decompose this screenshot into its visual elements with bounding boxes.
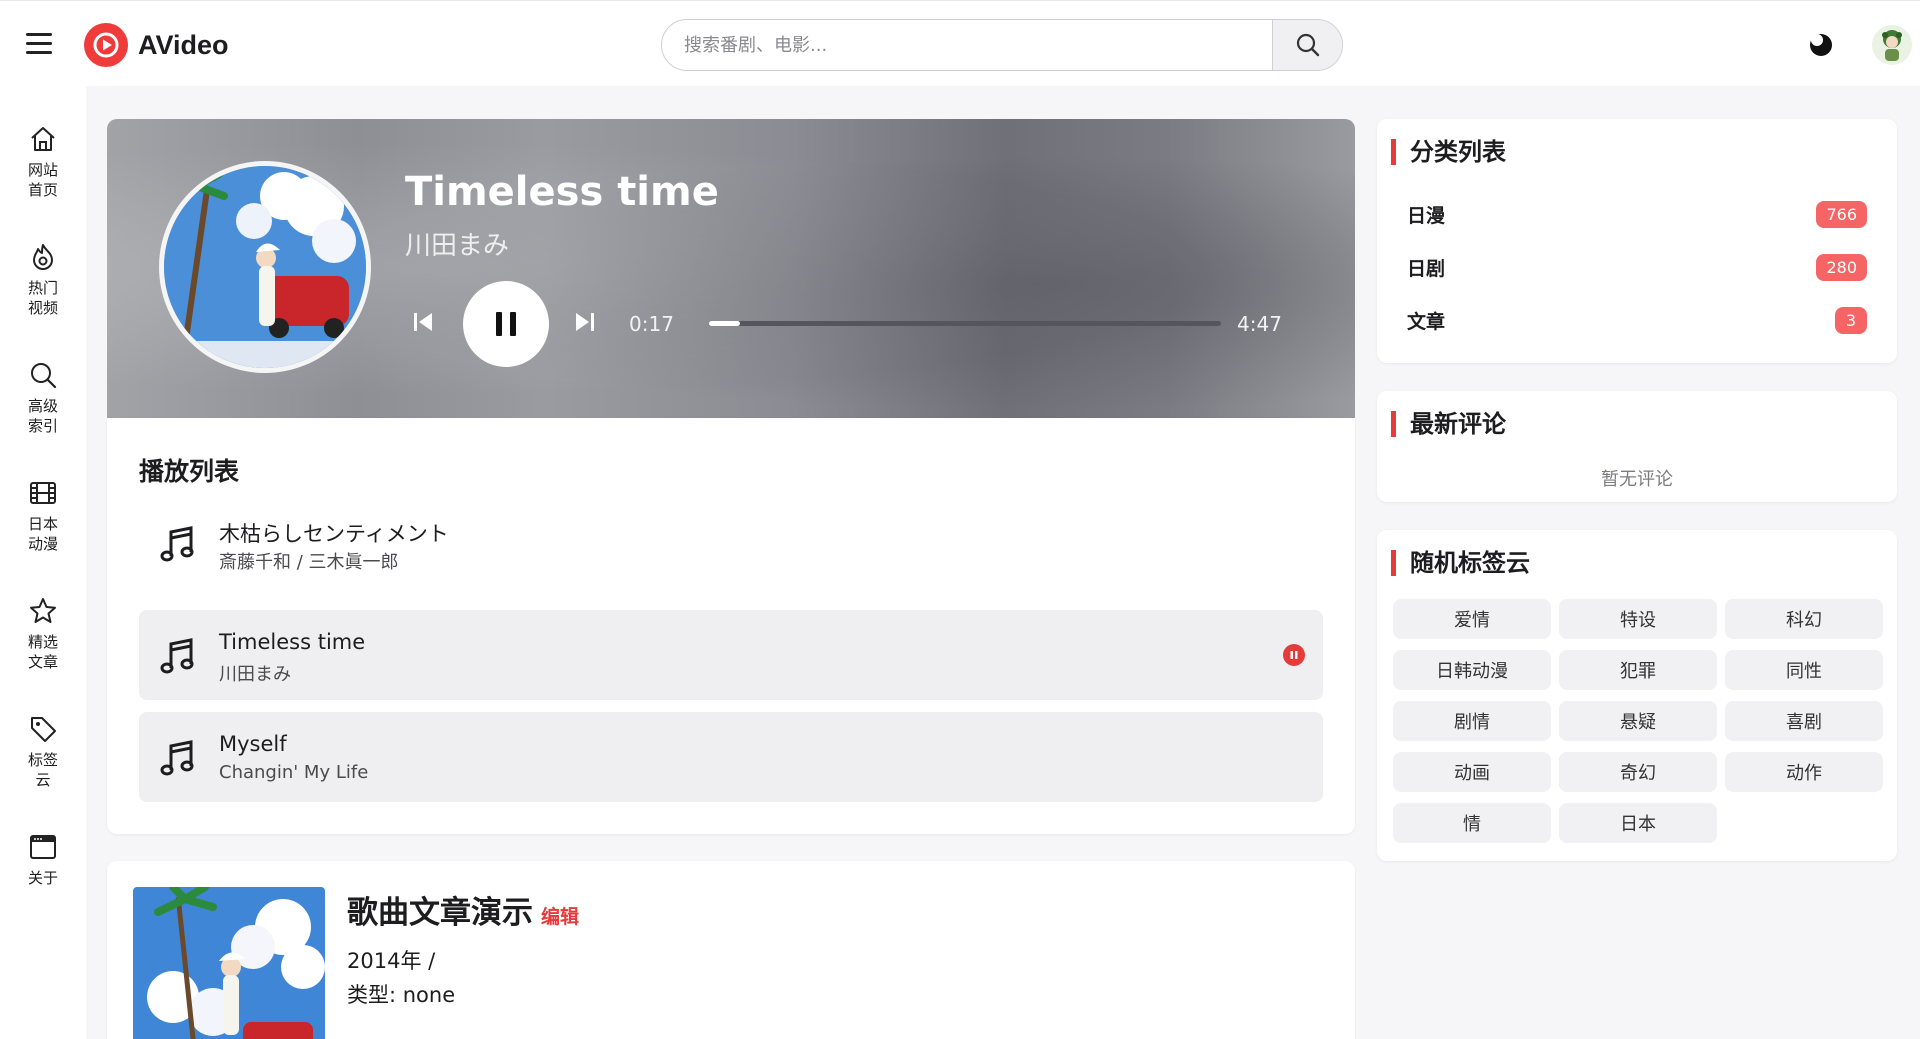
- category-count-badge: 766: [1816, 200, 1867, 228]
- tag-chip[interactable]: 剧情: [1393, 701, 1551, 741]
- tag-chip[interactable]: 科幻: [1725, 599, 1883, 639]
- tag-chip[interactable]: 动作: [1725, 752, 1883, 792]
- widget-title: 分类列表: [1391, 139, 1506, 165]
- play-logo-icon: [84, 23, 128, 67]
- edit-link[interactable]: 编辑: [541, 906, 579, 928]
- category-count-badge: 280: [1816, 253, 1867, 281]
- tag-chip[interactable]: 喜剧: [1725, 701, 1883, 741]
- site-logo[interactable]: AVideo: [84, 23, 229, 67]
- home-icon: [31, 127, 55, 151]
- fire-icon: [33, 244, 53, 270]
- tag-chip[interactable]: 犯罪: [1559, 650, 1717, 690]
- film-icon: [30, 482, 56, 504]
- sidebar-item-anime[interactable]: 日本动漫: [0, 478, 86, 554]
- sidebar-item-label: 精选文章: [27, 633, 58, 671]
- star-icon: [30, 598, 56, 623]
- article-year: 2014年 /: [347, 949, 436, 973]
- album-cover: [159, 161, 371, 373]
- now-playing-artist: 川田まみ: [405, 231, 510, 261]
- article-title[interactable]: 歌曲文章演示 编辑: [347, 887, 579, 932]
- sidebar-item-home[interactable]: 网站首页: [0, 124, 86, 200]
- tag-icon: [31, 717, 56, 742]
- widget-title: 最新评论: [1391, 411, 1506, 437]
- playlist-track-active[interactable]: Timeless time 川田まみ: [139, 610, 1323, 700]
- sidebar: 网站首页 热门视频 高级索引 日本动漫 精选文章 标签云 关于: [0, 86, 86, 1039]
- playlist-track[interactable]: 木枯らしセンティメント 斎藤千和 / 三木眞一郎: [139, 498, 1323, 588]
- playing-indicator-icon: [1283, 644, 1305, 666]
- category-name: 日剧: [1407, 257, 1446, 280]
- tag-chip[interactable]: 爱情: [1393, 599, 1551, 639]
- theme-toggle-icon[interactable]: [1808, 32, 1834, 58]
- sidebar-item-articles[interactable]: 精选文章: [0, 596, 86, 672]
- tag-chip[interactable]: 情: [1393, 803, 1551, 843]
- search-input[interactable]: [662, 20, 1272, 70]
- music-player: Timeless time 川田まみ 0:17 4:47: [107, 119, 1355, 418]
- track-artist: 斎藤千和 / 三木眞一郎: [219, 552, 399, 573]
- tag-chip[interactable]: 日韩动漫: [1393, 650, 1551, 690]
- playlist-card: 播放列表 木枯らしセンティメント 斎藤千和 / 三木眞一郎 Timeless t…: [107, 418, 1355, 834]
- playlist-track[interactable]: Myself Changin' My Life: [139, 712, 1323, 802]
- track-artist: 川田まみ: [219, 664, 291, 685]
- comments-widget: 最新评论 暂无评论: [1377, 391, 1897, 502]
- skip-back-icon: [414, 313, 432, 331]
- skip-forward-icon: [576, 313, 594, 331]
- sidebar-item-about[interactable]: 关于: [0, 832, 86, 888]
- tag-chip[interactable]: 同性: [1725, 650, 1883, 690]
- article-thumbnail[interactable]: [133, 887, 325, 1039]
- top-header: AVideo: [0, 0, 1920, 86]
- current-time: 0:17: [629, 312, 674, 336]
- search-button[interactable]: [1272, 20, 1342, 70]
- progress-bar[interactable]: [709, 321, 1221, 326]
- music-note-icon: [160, 740, 194, 776]
- music-note-icon: [160, 526, 194, 562]
- category-item[interactable]: 文章 3: [1407, 303, 1867, 337]
- sidebar-item-hot-videos[interactable]: 热门视频: [0, 242, 86, 318]
- sidebar-item-label: 高级索引: [27, 397, 58, 435]
- search-icon: [31, 363, 57, 389]
- widget-title: 随机标签云: [1391, 550, 1530, 576]
- category-name: 文章: [1407, 310, 1446, 333]
- sidebar-item-label: 网站首页: [27, 161, 58, 199]
- tag-chip[interactable]: 悬疑: [1559, 701, 1717, 741]
- pause-icon: [496, 312, 516, 336]
- track-title: Myself: [219, 732, 287, 756]
- brand-name: AVideo: [138, 29, 229, 60]
- tag-chip[interactable]: 动画: [1393, 752, 1551, 792]
- sidebar-item-label: 标签云: [27, 751, 58, 789]
- tag-chip[interactable]: 奇幻: [1559, 752, 1717, 792]
- track-title: 木枯らしセンティメント: [219, 522, 449, 546]
- track-title: Timeless time: [219, 630, 366, 654]
- window-icon: [30, 835, 56, 859]
- music-note-icon: [160, 638, 194, 674]
- sidebar-item-tag-cloud[interactable]: 标签云: [0, 714, 86, 790]
- tag-chip[interactable]: 日本: [1559, 803, 1717, 843]
- article-card: 歌曲文章演示 编辑 2014年 / 类型: none: [107, 861, 1355, 1039]
- avatar[interactable]: [1872, 25, 1912, 65]
- now-playing-title: Timeless time: [405, 169, 719, 215]
- search-bar: [661, 19, 1343, 71]
- search-icon: [1296, 33, 1319, 57]
- sidebar-item-label: 关于: [27, 869, 58, 887]
- progress-fill: [709, 321, 740, 326]
- tag-cloud-widget: 随机标签云 爱情 特设 科幻 日韩动漫 犯罪 同性 剧情 悬疑 喜剧 动画 奇幻…: [1377, 530, 1897, 861]
- next-track-button[interactable]: [573, 310, 597, 334]
- pause-button[interactable]: [463, 281, 549, 367]
- menu-icon[interactable]: [26, 33, 52, 55]
- tag-chip[interactable]: 特设: [1559, 599, 1717, 639]
- article-type: 类型: none: [347, 983, 456, 1007]
- category-widget: 分类列表 日漫 766 日剧 280 文章 3: [1377, 119, 1897, 363]
- category-item[interactable]: 日剧 280: [1407, 250, 1867, 284]
- category-count-badge: 3: [1835, 306, 1867, 334]
- sidebar-item-advanced-search[interactable]: 高级索引: [0, 360, 86, 436]
- empty-comments-text: 暂无评论: [1601, 469, 1673, 490]
- playlist-heading: 播放列表: [139, 457, 240, 486]
- track-artist: Changin' My Life: [219, 762, 369, 783]
- sidebar-item-label: 日本动漫: [27, 515, 58, 553]
- category-name: 日漫: [1407, 204, 1446, 227]
- total-time: 4:47: [1237, 312, 1282, 336]
- article-title-text: 歌曲文章演示: [347, 895, 533, 931]
- sidebar-item-label: 热门视频: [27, 279, 58, 317]
- previous-track-button[interactable]: [411, 310, 435, 334]
- category-item[interactable]: 日漫 766: [1407, 197, 1867, 231]
